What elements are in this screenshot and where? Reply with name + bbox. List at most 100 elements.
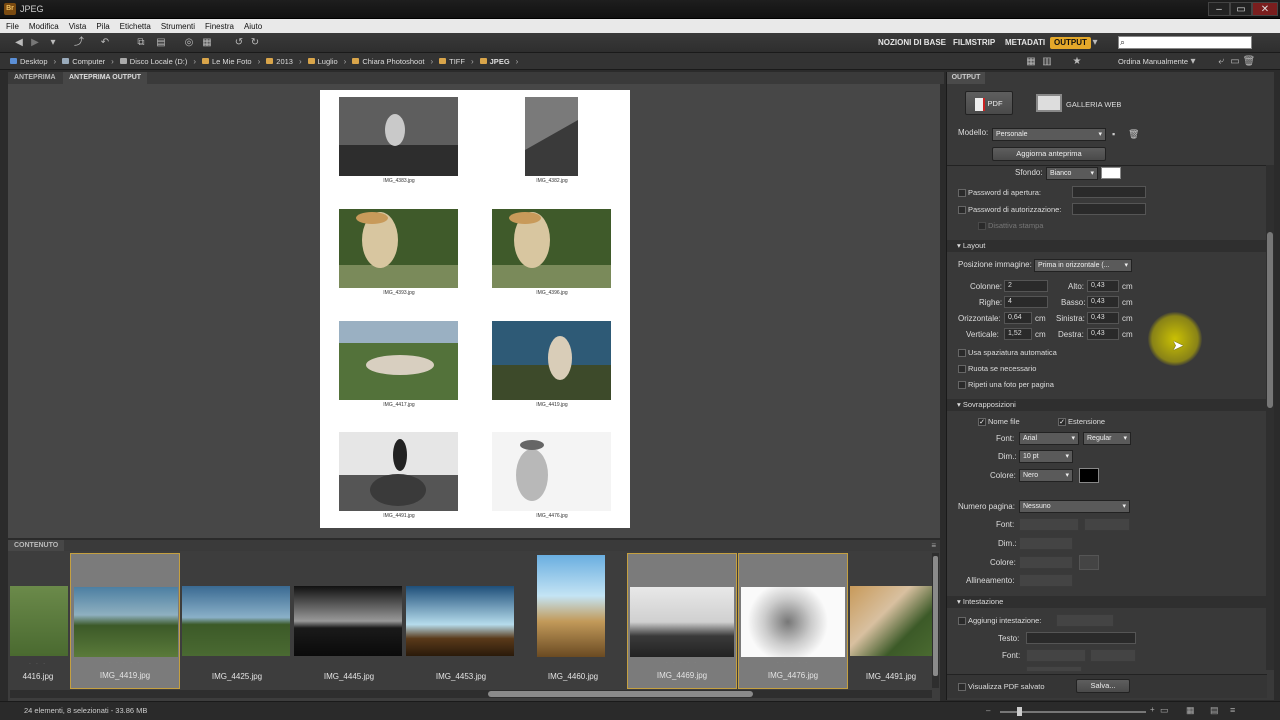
dim-dropdown[interactable]: 10 pt ▾ bbox=[1019, 450, 1073, 463]
crumb-le-mie-foto[interactable]: Le Mie Foto bbox=[202, 57, 252, 66]
save-template-icon[interactable]: ▪ bbox=[1112, 129, 1115, 139]
refine-icon[interactable]: ▤ bbox=[154, 37, 168, 49]
back-icon[interactable]: ◀ bbox=[12, 37, 26, 49]
crumb-luglio[interactable]: Luglio bbox=[307, 57, 338, 66]
intestazione-section-header[interactable]: ▾ Intestazione bbox=[947, 596, 1267, 608]
content-item[interactable]: IMG_4460.jpg bbox=[518, 553, 628, 689]
close-button[interactable]: ✕ bbox=[1252, 2, 1278, 16]
add-header-checkbox[interactable] bbox=[958, 617, 966, 625]
pw-open-field[interactable] bbox=[1072, 186, 1146, 198]
repeat-checkbox[interactable] bbox=[958, 381, 966, 389]
tab-anteprima-output[interactable]: ANTEPRIMA OUTPUT bbox=[63, 72, 148, 84]
modello-dropdown[interactable]: Personale ▾ bbox=[992, 128, 1106, 141]
web-gallery-icon[interactable] bbox=[1036, 94, 1062, 112]
sort-dropdown[interactable]: Ordina Manualmente bbox=[1118, 57, 1188, 66]
view-thumbnails-icon[interactable]: ▦ bbox=[1186, 705, 1195, 716]
content-hscroll-thumb[interactable] bbox=[488, 691, 753, 697]
menu-file[interactable]: File bbox=[6, 22, 19, 31]
page-num-dropdown[interactable]: Nessuno ▾ bbox=[1019, 500, 1130, 513]
new-folder-icon[interactable]: ▭ bbox=[1228, 56, 1242, 68]
layout-section-header[interactable]: ▾ Layout bbox=[947, 240, 1267, 252]
workspace-menu-icon[interactable]: ▾ bbox=[1088, 37, 1102, 49]
web-gallery-label[interactable]: GALLERIA WEB bbox=[1066, 100, 1121, 109]
estensione-checkbox[interactable]: ✓ bbox=[1058, 418, 1066, 426]
thumbnail-quality-icon[interactable]: ▦ bbox=[1024, 56, 1038, 68]
righe-field[interactable]: 4 bbox=[1004, 296, 1048, 308]
crumb-tiff[interactable]: TIFF bbox=[439, 57, 465, 66]
pn-dim-dropdown[interactable] bbox=[1019, 537, 1073, 550]
history-dropdown-icon[interactable]: ▾ bbox=[46, 37, 60, 49]
auto-space-checkbox[interactable] bbox=[958, 349, 966, 357]
view-details-icon[interactable]: ▤ bbox=[1210, 705, 1219, 716]
rotate-left-icon[interactable]: ↺ bbox=[232, 37, 246, 49]
zoom-out-icon[interactable]: – bbox=[986, 706, 990, 715]
delete-template-icon[interactable]: 🗑 bbox=[1128, 129, 1139, 140]
crumb-desktop[interactable]: Desktop bbox=[10, 57, 48, 66]
content-item[interactable]: IMG_4445.jpg bbox=[294, 553, 404, 689]
disable-print-checkbox[interactable] bbox=[978, 222, 986, 230]
zoom-in-icon[interactable]: + bbox=[1150, 705, 1155, 714]
pn-color-swatch[interactable] bbox=[1079, 555, 1099, 570]
crumb-jpeg[interactable]: JPEG bbox=[479, 57, 510, 66]
workspace-nozioni[interactable]: NOZIONI DI BASE bbox=[878, 37, 946, 49]
sinistra-field[interactable]: 0,43 bbox=[1087, 312, 1119, 324]
rotate-checkbox[interactable] bbox=[958, 365, 966, 373]
add-header-dropdown[interactable] bbox=[1056, 614, 1114, 627]
crumb-computer[interactable]: Computer bbox=[62, 57, 105, 66]
workspace-metadati[interactable]: METADATI bbox=[1005, 37, 1045, 49]
pw-auth-field[interactable] bbox=[1072, 203, 1146, 215]
content-vscroll-thumb[interactable] bbox=[933, 556, 938, 676]
tab-anteprima[interactable]: ANTEPRIMA bbox=[8, 72, 62, 84]
header-font-dropdown[interactable] bbox=[1026, 649, 1086, 662]
pn-font-dropdown[interactable] bbox=[1019, 518, 1079, 531]
crumb-2013[interactable]: 2013 bbox=[266, 57, 293, 66]
pos-dropdown[interactable]: Prima in orizzontale (... ▾ bbox=[1034, 259, 1132, 272]
overlay-section-header[interactable]: ▾ Sovrapposizioni bbox=[947, 399, 1267, 411]
colonne-field[interactable]: 2 bbox=[1004, 280, 1048, 292]
menu-strumenti[interactable]: Strumenti bbox=[161, 22, 195, 31]
menu-finestra[interactable]: Finestra bbox=[205, 22, 234, 31]
content-item[interactable]: IMG_4425.jpg bbox=[182, 553, 292, 689]
workspace-output[interactable]: OUTPUT bbox=[1050, 37, 1091, 49]
maximize-button[interactable]: ▭ bbox=[1230, 2, 1252, 16]
header-dim-dropdown[interactable] bbox=[1026, 666, 1082, 672]
thumbnail-size-handle[interactable] bbox=[1017, 707, 1022, 716]
colore-swatch[interactable] bbox=[1079, 468, 1099, 483]
lock-grid-icon[interactable]: ▭ bbox=[1160, 705, 1169, 716]
output-vscroll-thumb[interactable] bbox=[1267, 232, 1273, 408]
colore-dropdown[interactable]: Nero ▾ bbox=[1019, 469, 1073, 482]
save-button[interactable]: Salva... bbox=[1076, 679, 1130, 693]
orizz-field[interactable]: 0,64 bbox=[1004, 312, 1032, 324]
testo-field[interactable] bbox=[1026, 632, 1136, 644]
view-pdf-checkbox[interactable] bbox=[958, 683, 966, 691]
sfondo-dropdown[interactable]: Bianco ▾ bbox=[1046, 167, 1098, 180]
content-item[interactable]: · · · · · IMG_4469.jpg bbox=[627, 553, 737, 689]
reveal-recent-icon[interactable]: ↶ bbox=[98, 37, 112, 49]
content-item[interactable]: IMG_4453.jpg bbox=[406, 553, 516, 689]
view-list-icon[interactable]: ≡ bbox=[1230, 705, 1235, 715]
alto-field[interactable]: 0,43 bbox=[1087, 280, 1119, 292]
menu-pila[interactable]: Pila bbox=[96, 22, 109, 31]
content-item[interactable]: · · · · · IMG_4419.jpg bbox=[70, 553, 180, 689]
parent-folder-icon[interactable]: ⤴ bbox=[72, 37, 86, 49]
camera-import-icon[interactable]: ⧉ bbox=[134, 37, 148, 49]
content-hscroll[interactable] bbox=[10, 690, 932, 698]
header-style-dropdown[interactable] bbox=[1090, 649, 1136, 662]
pw-auth-checkbox[interactable] bbox=[958, 206, 966, 214]
nome-file-checkbox[interactable]: ✓ bbox=[978, 418, 986, 426]
sfondo-color-swatch[interactable] bbox=[1101, 167, 1121, 179]
menu-modifica[interactable]: Modifica bbox=[29, 22, 59, 31]
content-item[interactable]: · · · · · IMG_4476.jpg bbox=[738, 553, 848, 689]
sort-arrow-icon[interactable]: ▾ bbox=[1186, 56, 1200, 68]
crumb-chiara[interactable]: Chiara Photoshoot bbox=[352, 57, 424, 66]
pn-style-dropdown[interactable] bbox=[1084, 518, 1130, 531]
search-input[interactable] bbox=[1118, 36, 1252, 49]
content-item[interactable]: IMG_4491.jpg bbox=[850, 553, 932, 689]
delete-icon[interactable]: 🗑 bbox=[1242, 56, 1256, 68]
view-options-icon[interactable]: ▥ bbox=[1040, 56, 1054, 68]
panel-menu-icon[interactable]: ≡ bbox=[931, 541, 936, 550]
pn-color-dropdown[interactable] bbox=[1019, 556, 1073, 569]
vert-field[interactable]: 1,52 bbox=[1004, 328, 1032, 340]
allineamento-dropdown[interactable] bbox=[1019, 574, 1073, 587]
menu-vista[interactable]: Vista bbox=[69, 22, 87, 31]
